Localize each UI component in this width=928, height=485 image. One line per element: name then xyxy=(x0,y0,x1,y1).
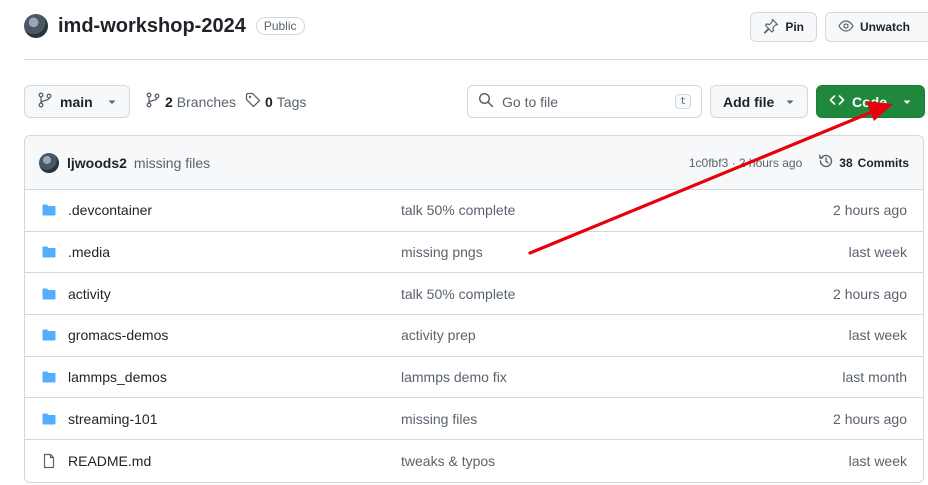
unwatch-label: Unwatch xyxy=(859,20,910,34)
folder-icon xyxy=(41,286,57,302)
file-last-commit[interactable]: missing files xyxy=(401,411,477,427)
file-name[interactable]: README.md xyxy=(68,453,401,469)
git-branch-icon xyxy=(37,92,53,111)
history-icon xyxy=(818,153,834,172)
file-browser: ljwoods2 missing files 1c0fbf3 · 2 hours… xyxy=(24,135,924,483)
file-row[interactable]: .media missing pngs last week xyxy=(25,232,923,274)
latest-commit-bar: ljwoods2 missing files 1c0fbf3 · 2 hours… xyxy=(25,136,923,190)
commit-meta[interactable]: 1c0fbf3 · 2 hours ago xyxy=(689,156,802,170)
repo-toolbar: main 2 Branches 0 Tags Go to file t Add … xyxy=(24,85,925,118)
file-name[interactable]: streaming-101 xyxy=(68,411,401,427)
branch-select-button[interactable]: main xyxy=(24,85,130,118)
file-name[interactable]: .media xyxy=(68,244,401,260)
file-name[interactable]: activity xyxy=(68,286,401,302)
branches-link[interactable]: 2 Branches xyxy=(145,85,236,118)
go-to-file-input[interactable]: Go to file t xyxy=(467,85,702,118)
tag-icon xyxy=(245,92,261,111)
file-name[interactable]: gromacs-demos xyxy=(68,327,401,343)
git-branch-icon xyxy=(145,92,161,111)
code-icon xyxy=(829,92,845,111)
tags-link[interactable]: 0 Tags xyxy=(245,85,306,118)
code-label: Code xyxy=(852,93,887,110)
chevron-down-icon xyxy=(107,94,117,110)
commits-count: 38 xyxy=(839,155,853,170)
commit-author[interactable]: ljwoods2 xyxy=(67,155,127,171)
pin-icon xyxy=(763,18,779,37)
unwatch-button[interactable]: Unwatch xyxy=(824,12,928,42)
search-shortcut-key: t xyxy=(674,94,691,109)
add-file-button[interactable]: Add file xyxy=(710,85,808,118)
file-last-updated: last week xyxy=(848,327,907,344)
folder-icon xyxy=(41,369,57,385)
file-name[interactable]: .devcontainer xyxy=(68,202,401,218)
pin-label: Pin xyxy=(785,20,804,34)
header-divider xyxy=(24,59,928,60)
visibility-badge: Public xyxy=(255,17,305,35)
file-row[interactable]: streaming-101 missing files 2 hours ago xyxy=(25,398,923,441)
commits-history-link[interactable]: 38 Commits xyxy=(818,153,909,172)
file-last-commit[interactable]: talk 50% complete xyxy=(401,202,515,218)
commits-label: Commits xyxy=(857,155,909,170)
file-row[interactable]: activity talk 50% complete 2 hours ago xyxy=(25,273,923,316)
search-icon xyxy=(478,92,494,111)
tags-count: 0 xyxy=(265,93,273,110)
commit-author-avatar[interactable] xyxy=(39,152,59,173)
chevron-down-icon xyxy=(785,94,795,110)
file-row[interactable]: README.md tweaks & typos last week xyxy=(25,440,923,482)
folder-icon xyxy=(41,411,57,427)
file-name[interactable]: lammps_demos xyxy=(68,369,401,385)
pin-button[interactable]: Pin xyxy=(750,12,817,42)
add-file-label: Add file xyxy=(723,93,775,110)
file-row[interactable]: gromacs-demos activity prep last week xyxy=(25,315,923,357)
file-icon xyxy=(41,453,57,469)
file-last-commit[interactable]: activity prep xyxy=(401,327,476,343)
file-last-updated: 2 hours ago xyxy=(833,285,907,302)
file-last-commit[interactable]: missing pngs xyxy=(401,244,483,260)
eye-icon xyxy=(838,18,854,37)
file-last-commit[interactable]: tweaks & typos xyxy=(401,453,495,469)
repo-header: imd-workshop-2024 Public xyxy=(24,14,305,38)
folder-icon xyxy=(41,202,57,218)
owner-avatar[interactable] xyxy=(24,14,48,38)
file-last-updated: 2 hours ago xyxy=(833,410,907,427)
commit-message[interactable]: missing files xyxy=(134,155,210,171)
file-last-updated: last week xyxy=(848,452,907,469)
repo-name[interactable]: imd-workshop-2024 xyxy=(58,15,246,38)
file-last-commit[interactable]: talk 50% complete xyxy=(401,286,515,302)
tags-label: Tags xyxy=(276,93,307,110)
file-row[interactable]: .devcontainer talk 50% complete 2 hours ag… xyxy=(25,190,923,232)
branch-name: main xyxy=(60,93,93,110)
file-last-updated: last month xyxy=(842,369,907,386)
branches-label: Branches xyxy=(176,93,236,110)
file-last-updated: last week xyxy=(848,244,907,261)
branches-count: 2 xyxy=(165,93,173,110)
repo-actions: Pin Unwatch xyxy=(750,12,928,42)
search-placeholder: Go to file xyxy=(502,93,559,110)
chevron-down-icon xyxy=(902,94,912,110)
code-button[interactable]: Code xyxy=(816,85,925,118)
file-list: .devcontainer talk 50% complete 2 hours ag… xyxy=(25,190,923,482)
file-last-commit[interactable]: lammps demo fix xyxy=(401,369,507,385)
file-row[interactable]: lammps_demos lammps demo fix last month xyxy=(25,357,923,399)
folder-icon xyxy=(41,244,57,260)
file-last-updated: 2 hours ago xyxy=(833,202,907,219)
folder-icon xyxy=(41,327,57,343)
